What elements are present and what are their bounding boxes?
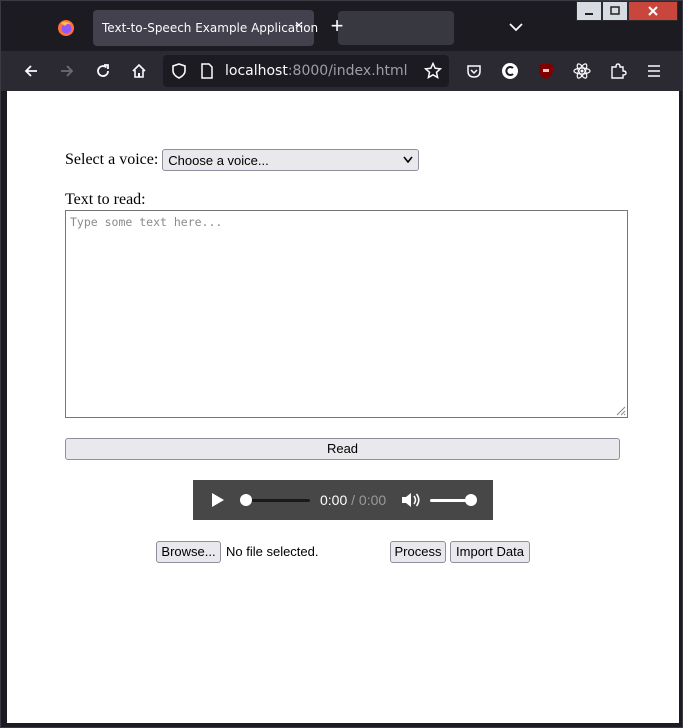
seek-bar[interactable] — [242, 499, 310, 502]
voice-select-value: Choose a voice... — [168, 153, 269, 168]
page-icon[interactable] — [196, 60, 218, 82]
voice-row: Select a voice: Choose a voice... — [65, 149, 420, 171]
voice-label: Select a voice: — [65, 151, 159, 168]
reload-button[interactable] — [92, 60, 114, 82]
home-icon — [132, 63, 146, 78]
chevron-down-icon — [403, 156, 413, 164]
file-status: No file selected. — [226, 544, 319, 559]
page-content: Select a voice: Choose a voice... Text t… — [7, 91, 679, 723]
back-button[interactable] — [20, 60, 42, 82]
shield-icon[interactable] — [168, 60, 190, 82]
url-bar[interactable]: localhost:8000/index.html — [163, 55, 449, 87]
text-input-placeholder: Type some text here... — [70, 215, 223, 229]
pocket-icon — [467, 65, 481, 78]
minimize-icon — [585, 13, 593, 15]
close-icon — [648, 6, 658, 16]
tab-active[interactable]: Text-to-Speech Example Application × — [93, 10, 318, 46]
browse-button[interactable]: Browse... — [156, 541, 221, 563]
resize-grip-icon[interactable] — [614, 404, 626, 416]
extensions-button[interactable] — [607, 60, 629, 82]
url-path: :8000/index.html — [287, 63, 408, 79]
current-time: 0:00 — [320, 492, 348, 508]
ublock-icon — [539, 63, 553, 79]
process-button[interactable]: Process — [390, 541, 446, 563]
read-button[interactable]: Read — [65, 438, 620, 460]
firefox-icon — [58, 20, 74, 36]
close-icon[interactable]: × — [292, 18, 306, 33]
ublock-button[interactable] — [535, 60, 557, 82]
chevron-down-icon[interactable] — [506, 17, 526, 37]
window-close-button[interactable] — [628, 1, 678, 21]
volume-icon[interactable] — [401, 491, 421, 509]
react-devtools-button[interactable] — [571, 60, 593, 82]
reload-icon — [97, 64, 109, 77]
forward-arrow-icon — [61, 65, 74, 77]
pocket-button[interactable] — [463, 60, 485, 82]
time-separator: / — [347, 492, 359, 508]
tab-ghost — [338, 11, 454, 45]
c-extension-icon — [502, 63, 518, 79]
tab-title: Text-to-Speech Example Application — [102, 21, 319, 35]
browser-window: Text-to-Speech Example Application × + l… — [0, 0, 683, 728]
page-icon — [201, 63, 213, 79]
window-controls — [576, 1, 680, 21]
bookmark-button[interactable] — [422, 60, 444, 82]
url-host: localhost — [225, 63, 288, 79]
text-input[interactable]: Type some text here... — [65, 210, 628, 418]
audio-player: 0:00 / 0:00 — [193, 480, 493, 520]
shield-icon — [172, 63, 186, 79]
minimize-button[interactable] — [576, 1, 602, 21]
star-icon — [424, 62, 442, 80]
react-devtools-icon — [573, 63, 591, 79]
menu-button[interactable] — [643, 60, 665, 82]
duration: 0:00 — [358, 492, 387, 508]
maximize-button[interactable] — [602, 1, 628, 21]
forward-button[interactable] — [56, 60, 78, 82]
hamburger-menu-icon — [648, 65, 660, 77]
play-icon[interactable] — [211, 492, 225, 508]
new-tab-button[interactable]: + — [327, 15, 347, 37]
url-text: localhost:8000/index.html — [225, 63, 408, 79]
text-label: Text to read: — [65, 191, 146, 208]
puzzle-icon — [611, 63, 627, 79]
tab-strip: Text-to-Speech Example Application × + — [1, 1, 682, 51]
import-data-button[interactable]: Import Data — [450, 541, 530, 563]
navigation-toolbar: localhost:8000/index.html — [1, 51, 682, 91]
c-extension-button[interactable] — [499, 60, 521, 82]
seek-thumb[interactable] — [240, 494, 252, 506]
volume-thumb[interactable] — [465, 494, 477, 506]
home-button[interactable] — [128, 60, 150, 82]
back-arrow-icon — [24, 65, 37, 77]
maximize-icon — [610, 6, 620, 15]
voice-select[interactable]: Choose a voice... — [162, 149, 420, 171]
time-display: 0:00 / 0:00 — [320, 492, 386, 508]
